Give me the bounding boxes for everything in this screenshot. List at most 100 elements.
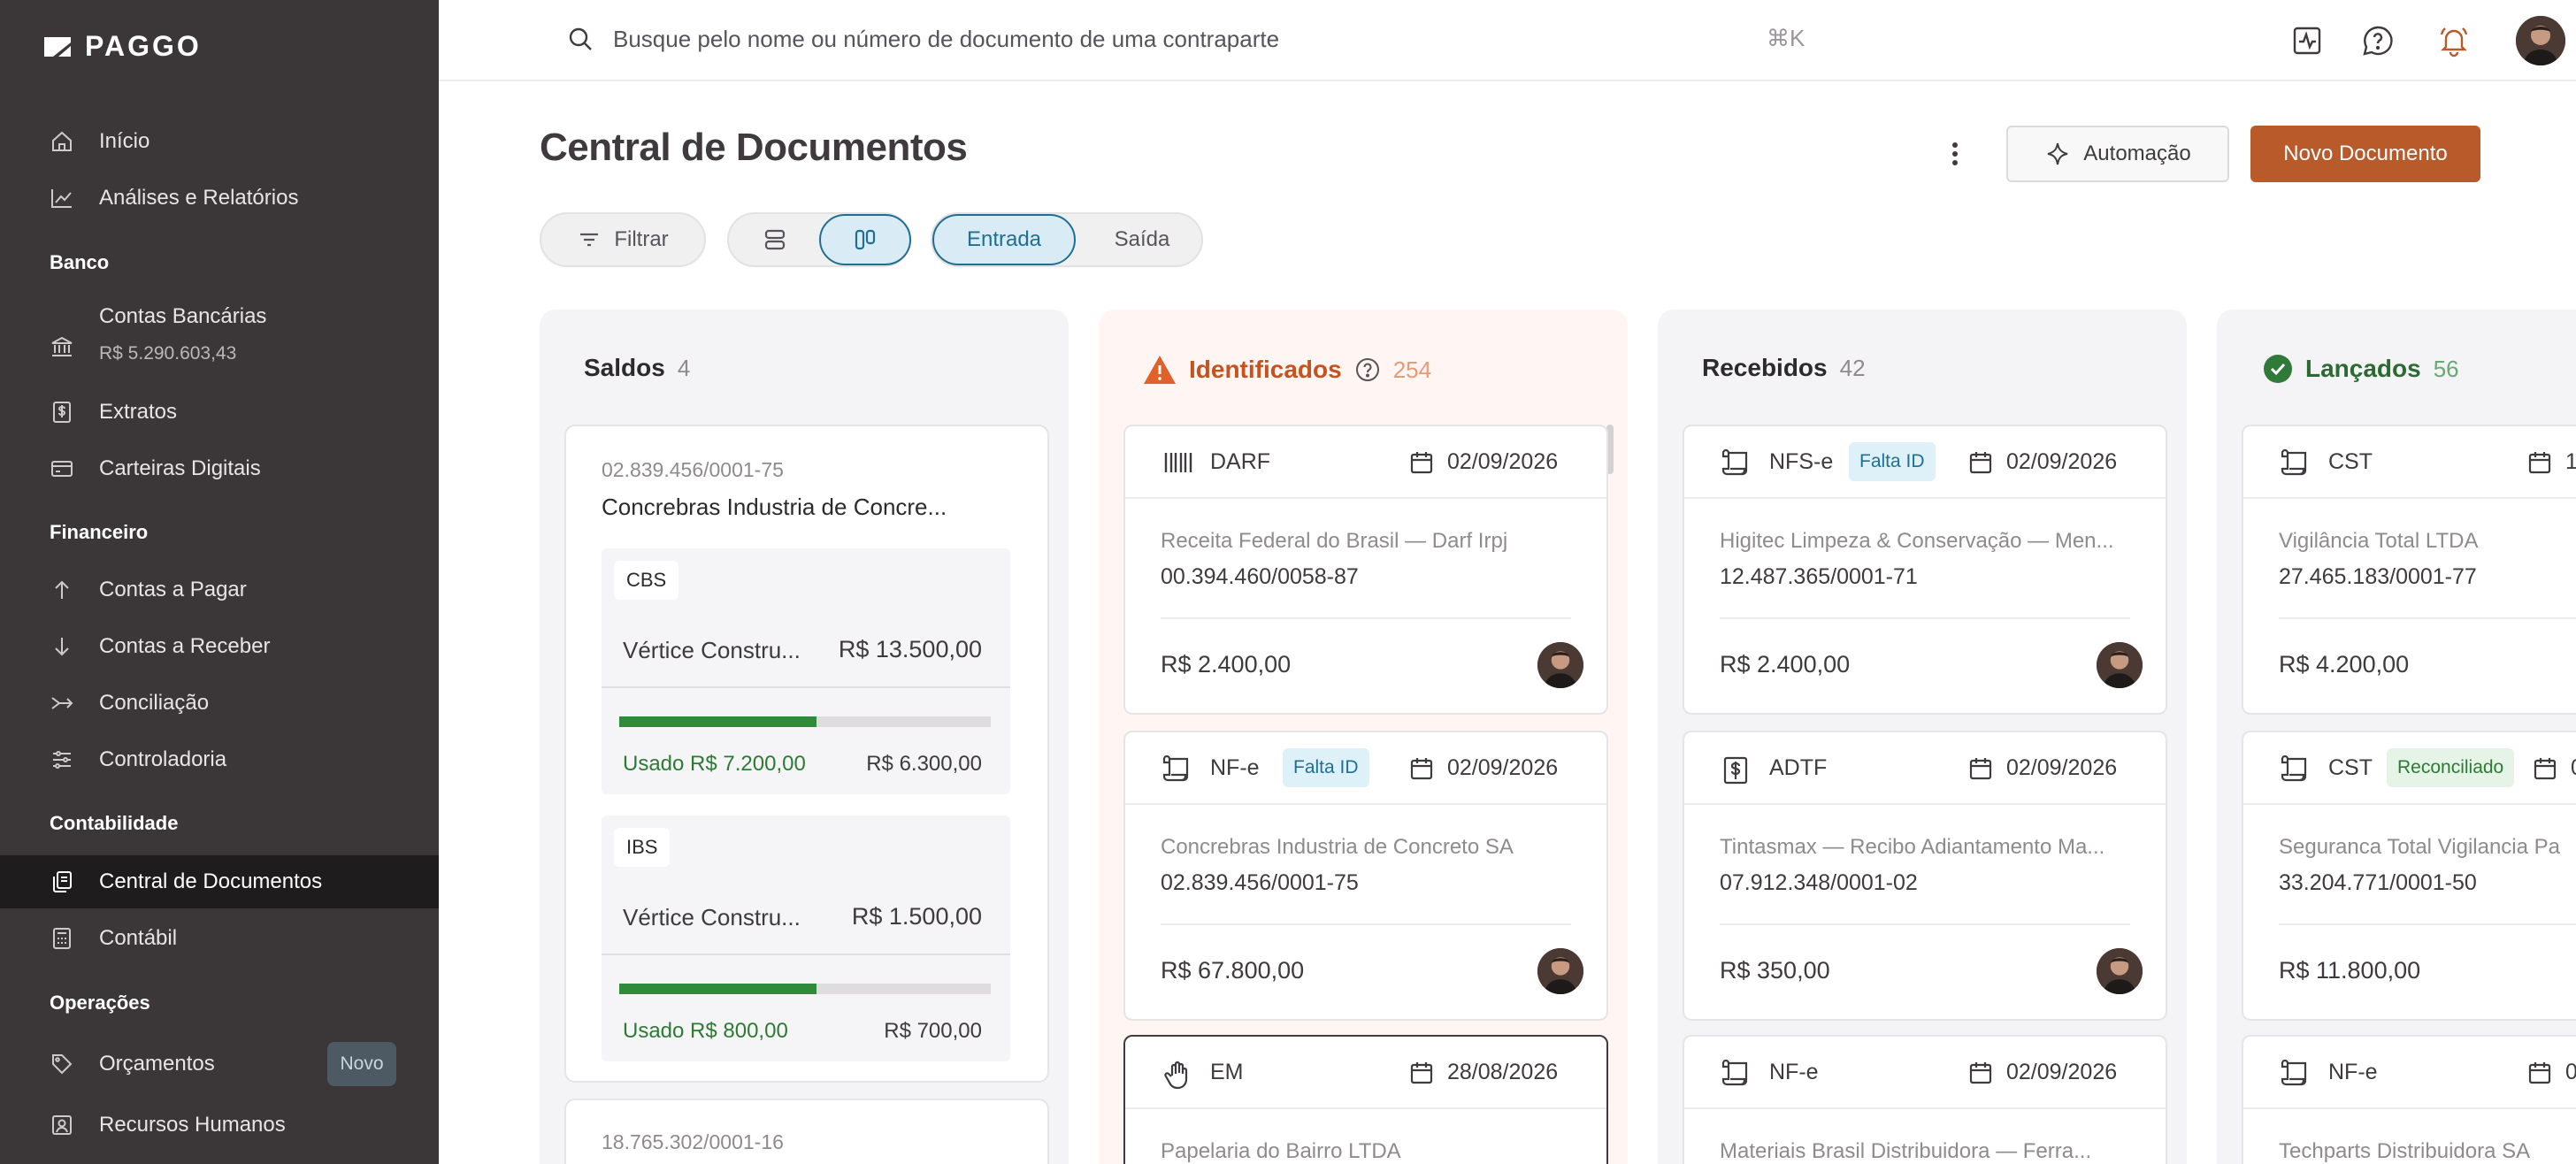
document-card[interactable]: CST Reconciliado 0 Seguranca Total Vigil… — [2242, 731, 2576, 1021]
sidebar-item-label: Contas a Receber — [99, 634, 271, 658]
notifications-button[interactable] — [2434, 21, 2473, 60]
paggo-logo-icon — [44, 36, 71, 57]
balance-card[interactable]: 02.839.456/0001-75 Concrebras Industria … — [564, 425, 1049, 1083]
tax-entity: Vértice Constru... — [623, 637, 801, 663]
section-contabilidade: Contabilidade — [50, 812, 179, 834]
filter-label: Filtrar — [614, 227, 669, 251]
document-type: NFS-e — [1769, 449, 1834, 474]
user-avatar[interactable] — [2516, 16, 2565, 65]
filter-button[interactable]: Filtrar — [540, 212, 706, 267]
check-circle-icon — [2264, 355, 2292, 383]
arrow-down-icon — [55, 638, 69, 656]
document-card[interactable]: ADTF 02/09/2026 Tintasmax — Recibo Adian… — [1683, 731, 2167, 1021]
sliders-icon — [53, 751, 71, 769]
balance-card[interactable]: 18.765.302/0001-16 — [564, 1099, 1049, 1164]
list-view-button[interactable] — [729, 214, 821, 265]
column-count: 56 — [2433, 355, 2459, 382]
help-chat-button[interactable] — [2358, 21, 2397, 60]
assignee-avatar[interactable] — [2097, 642, 2143, 688]
sidebar-item-carteiras[interactable]: Carteiras Digitais — [0, 442, 439, 495]
document-card[interactable]: DARF 02/09/2026 Receita Federal do Brasi… — [1123, 425, 1608, 715]
avatar-person-icon — [1537, 948, 1583, 994]
sidebar-item-contabil[interactable]: Contábil — [0, 912, 439, 965]
sidebar-item-controladoria[interactable]: Controladoria — [0, 733, 439, 786]
sparkle-icon — [2048, 142, 2068, 165]
bank-balance: R$ 5.290.603,43 — [99, 343, 237, 364]
board-view-button[interactable] — [819, 214, 911, 265]
tax-balance-box: IBS Vértice Constru... R$ 1.500,00 Usado… — [602, 816, 1010, 1061]
document-card[interactable]: NF-e Falta ID 02/09/2026 Concrebras Indu… — [1123, 731, 1608, 1021]
documents-icon — [53, 871, 72, 892]
brand-logo[interactable]: PAGGO — [42, 30, 202, 63]
id-badge-icon — [52, 1115, 72, 1135]
sidebar-item-analises[interactable]: Análises e Relatórios — [0, 172, 439, 225]
sidebar-item-label: Contas a Pagar — [99, 578, 247, 601]
remaining-amount: R$ 6.300,00 — [866, 752, 982, 776]
activity-button[interactable] — [2288, 21, 2327, 60]
receipt-icon — [1162, 755, 1189, 782]
counterparty-name: Higitec Limpeza & Conservação — Men... — [1720, 529, 2114, 553]
assignee-avatar[interactable] — [1537, 948, 1583, 994]
sidebar-item-label: Carteiras Digitais — [99, 456, 261, 480]
sidebar-item-recursos-humanos[interactable]: Recursos Humanos — [0, 1099, 439, 1152]
sidebar-item-label: Análises e Relatórios — [99, 186, 299, 210]
divider — [2279, 923, 2576, 925]
usage-bar-fill — [619, 716, 816, 727]
calendar-icon — [2534, 758, 2557, 780]
document-card[interactable]: NF-e 02/09/2026 Materiais Brasil Distrib… — [1683, 1035, 2167, 1164]
document-amount: R$ 350,00 — [1720, 957, 1830, 984]
calendar-icon — [2528, 1062, 2551, 1084]
document-date: 02/09/2026 — [1447, 755, 1559, 780]
more-options-button[interactable] — [1943, 136, 1967, 172]
document-amount: R$ 4.200,00 — [2279, 651, 2410, 678]
sidebar-item-label: Central de Documentos — [99, 869, 323, 893]
sidebar-item-contas-pagar[interactable]: Contas a Pagar — [0, 563, 439, 616]
page-title: Central de Documentos — [540, 126, 968, 169]
direction-tabs: Entrada Saída — [931, 212, 1203, 267]
tax-value: R$ 13.500,00 — [838, 636, 982, 662]
help-circle-icon[interactable] — [1354, 356, 1381, 383]
merge-icon — [51, 697, 73, 709]
kebab-icon — [1952, 142, 1958, 165]
sidebar-item-contas-receber[interactable]: Contas a Receber — [0, 620, 439, 673]
document-card[interactable]: CST 1 Vigilância Total LTDA 27.465.183/0… — [2242, 425, 2576, 715]
used-amount: Usado R$ 7.200,00 — [623, 752, 806, 776]
assignee-avatar[interactable] — [2097, 948, 2143, 994]
search-input[interactable]: Busque pelo nome ou número de documento … — [613, 26, 1279, 53]
counterparty-document: 33.204.771/0001-50 — [2279, 870, 2477, 895]
document-amount: R$ 11.800,00 — [2279, 957, 2421, 984]
document-type: NF-e — [1210, 755, 1260, 780]
new-document-button[interactable]: Novo Documento — [2250, 126, 2480, 182]
document-type: ADTF — [1769, 755, 1828, 780]
tax-chip: IBS — [614, 828, 671, 867]
divider — [1720, 923, 2130, 925]
tab-saida[interactable]: Saída — [1083, 214, 1201, 265]
document-card[interactable]: NF-e 0 Techparts Distribuidora SA — [2242, 1035, 2576, 1164]
receipt-icon — [1721, 1060, 1748, 1086]
balance-cnpj: 18.765.302/0001-16 — [602, 1130, 784, 1153]
sidebar-item-label: Contas Bancárias — [99, 304, 267, 328]
sidebar-item-label: Início — [99, 129, 150, 153]
sidebar-item-central-documentos[interactable]: Central de Documentos — [0, 855, 439, 908]
document-date: 1 — [2565, 449, 2576, 475]
new-badge: Novo — [327, 1042, 396, 1086]
sidebar-item-extratos[interactable]: Extratos — [0, 386, 439, 439]
card-icon — [51, 461, 73, 477]
sidebar-item-label: Orçamentos — [99, 1052, 215, 1076]
divider — [1161, 617, 1571, 619]
document-date: 02/09/2026 — [2006, 1060, 2118, 1084]
tab-entrada[interactable]: Entrada — [932, 214, 1076, 265]
balance-cnpj: 02.839.456/0001-75 — [602, 458, 784, 481]
sidebar-item-conciliacao[interactable]: Conciliação — [0, 677, 439, 730]
assignee-avatar[interactable] — [1537, 642, 1583, 688]
document-card[interactable]: NFS-e Falta ID 02/09/2026 Higitec Limpez… — [1683, 425, 2167, 715]
receipt-icon — [2281, 755, 2307, 782]
document-amount: R$ 67.800,00 — [1161, 957, 1305, 984]
home-icon — [52, 131, 72, 151]
automation-button[interactable]: Automação — [2006, 126, 2229, 182]
document-card[interactable]: EM 28/08/2026 Papelaria do Bairro LTDA — [1123, 1035, 1608, 1164]
sidebar-item-inicio[interactable]: Início — [0, 115, 439, 168]
document-type: EM — [1210, 1060, 1244, 1084]
counterparty-name: Vigilância Total LTDA — [2279, 529, 2479, 553]
receipt-icon — [2281, 1060, 2307, 1086]
